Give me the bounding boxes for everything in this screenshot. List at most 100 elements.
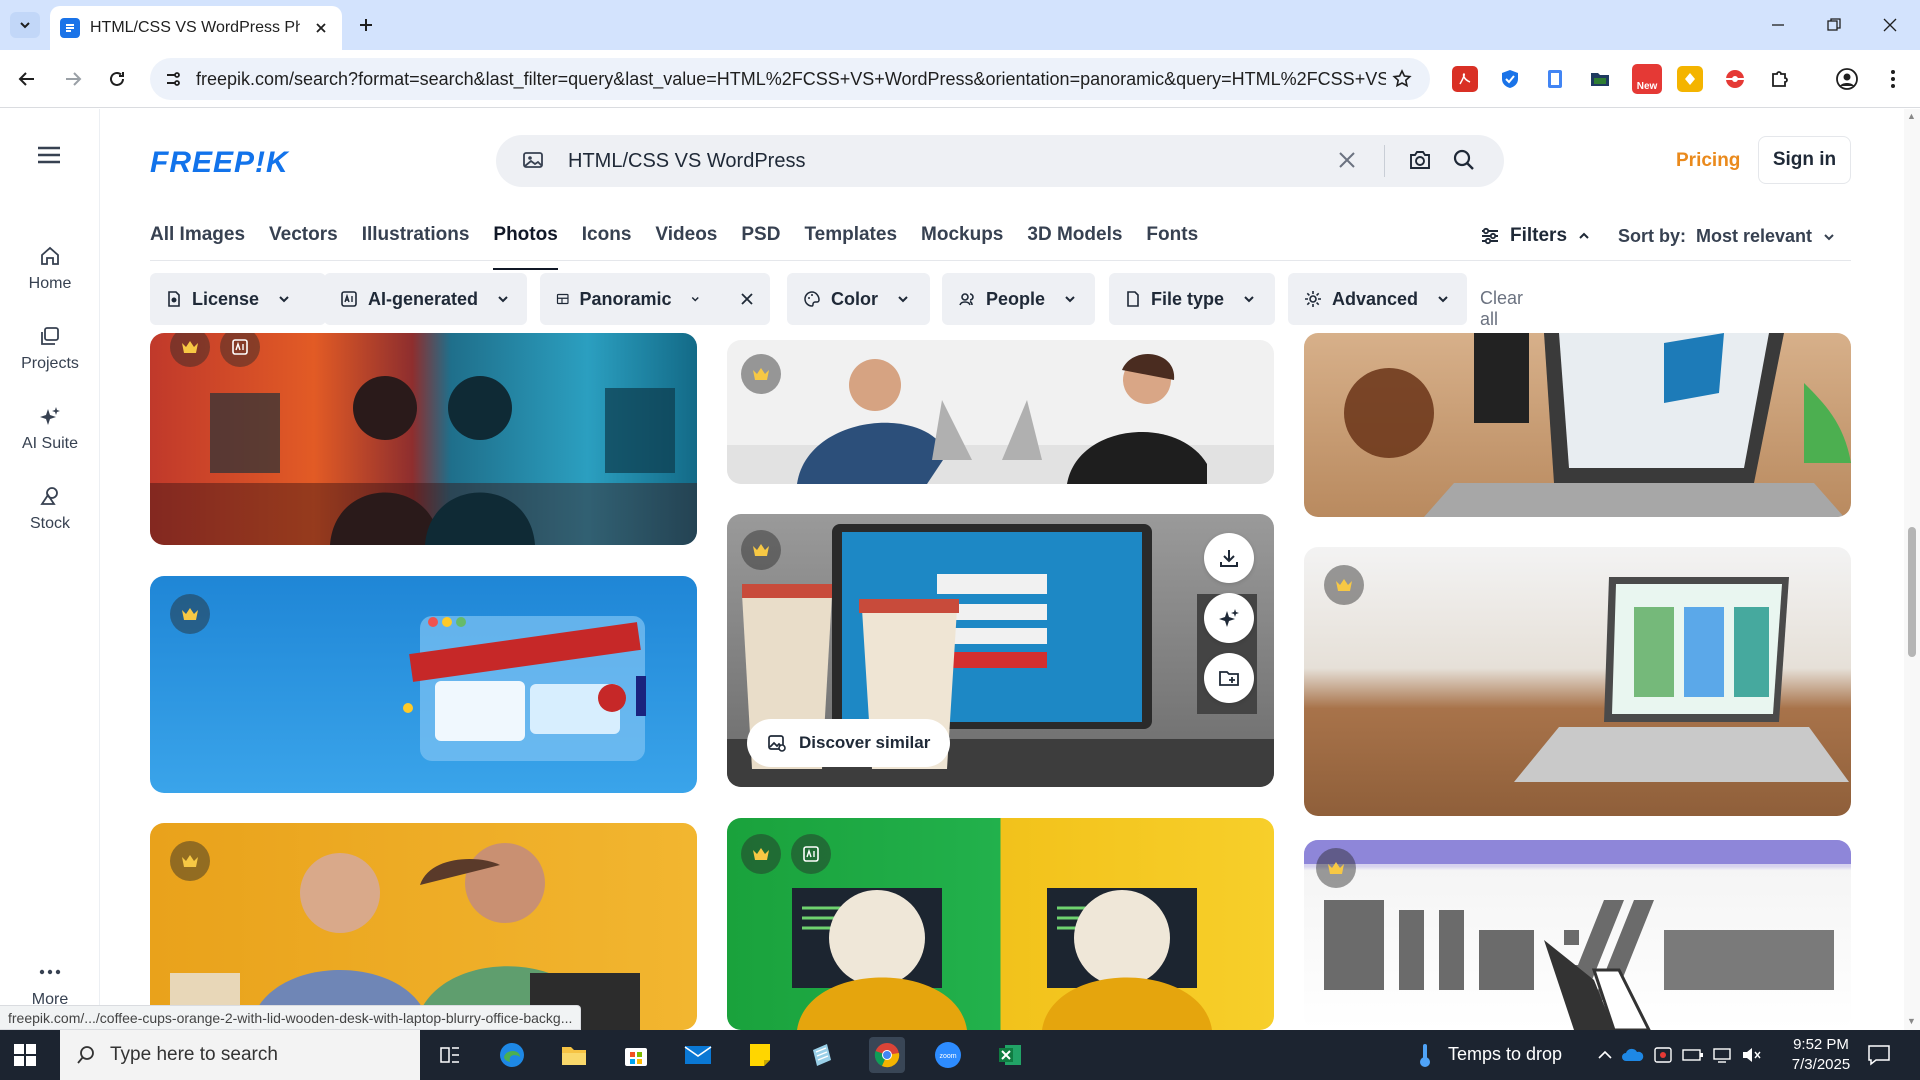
image-type-icon[interactable] [522,149,544,171]
notepad-app-icon[interactable] [807,1040,837,1070]
sign-in-button[interactable]: Sign in [1758,136,1851,184]
security-tray-icon[interactable] [1648,1040,1678,1070]
notifications-icon[interactable] [1864,1040,1894,1070]
restore-button[interactable] [1814,10,1854,40]
search-bar[interactable]: HTML/CSS VS WordPress [496,135,1504,187]
scroll-down-icon[interactable]: ▼ [1907,1016,1917,1026]
tab-3d-models[interactable]: 3D Models [1015,224,1134,258]
system-clock[interactable]: 9:52 PM 7/3/2025 [1766,1035,1876,1075]
folder-extension-icon[interactable] [1587,66,1613,92]
tab-videos[interactable]: Videos [643,224,729,258]
freepik-logo[interactable]: FREEP!K [150,146,289,180]
excel-app-icon[interactable] [995,1040,1025,1070]
clock-time: 9:52 PM [1793,1036,1849,1053]
image-card-women-coding[interactable] [727,818,1274,1030]
image-card-two-men-laptop[interactable] [150,823,697,1030]
weather-text[interactable]: Temps to drop [1448,1044,1562,1065]
page-scrollbar[interactable]: ▲ ▼ [1904,109,1920,1030]
ai-generated-filter[interactable]: AI-generated [324,273,527,325]
tab-all-images[interactable]: All Images [150,224,257,258]
zoom-app-icon[interactable]: zoom [933,1040,963,1070]
tab-psd[interactable]: PSD [729,224,792,258]
battery-icon[interactable] [1678,1040,1708,1070]
edit-with-ai-button[interactable] [1204,593,1254,643]
save-to-collection-button[interactable] [1204,653,1254,703]
pricing-link[interactable]: Pricing [1676,150,1740,172]
clear-all-link[interactable]: Clear all [1480,288,1523,330]
chip-label: Panoramic [579,288,672,309]
tab-mockups[interactable]: Mockups [909,224,1015,258]
sort-dropdown[interactable]: Sort by: Most relevant [1618,226,1836,247]
back-button[interactable] [12,64,42,94]
people-filter[interactable]: People [942,273,1095,325]
license-filter[interactable]: License [150,273,326,325]
extensions-puzzle-icon[interactable] [1767,66,1793,92]
sidebar-item-stock[interactable]: Stock [0,483,100,533]
image-card-coffee-cups-laptop[interactable]: Discover similar [727,514,1274,787]
image-card-esg-laptop[interactable] [1304,547,1851,816]
pokeball-extension-icon[interactable] [1722,66,1748,92]
advanced-filter[interactable]: Advanced [1288,273,1467,325]
close-tab-icon[interactable] [310,17,332,39]
browser-tab[interactable]: HTML/CSS VS WordPress Photo [50,6,342,50]
new-badge-extension-icon[interactable]: New [1632,64,1662,94]
search-icon[interactable] [1452,148,1476,172]
chrome-browser-icon[interactable] [869,1037,905,1073]
microsoft-store-icon[interactable] [621,1040,651,1070]
new-tab-button[interactable] [353,12,379,38]
tab-fonts[interactable]: Fonts [1134,224,1210,258]
tab-templates[interactable]: Templates [792,224,909,258]
image-card-programmers-illustration[interactable] [150,333,697,545]
image-card-web-browser-3d[interactable] [150,576,697,793]
onedrive-cloud-icon[interactable] [1618,1040,1648,1070]
bookmark-star-icon[interactable] [1387,64,1417,94]
pdf-extension-icon[interactable] [1452,66,1478,92]
sidebar-item-more[interactable]: More [0,959,100,1009]
profile-avatar-icon[interactable] [1834,66,1860,92]
image-card-laptop-design[interactable] [1304,333,1851,517]
remove-orientation-icon[interactable] [740,292,754,306]
sticky-notes-icon[interactable] [745,1040,775,1070]
image-card-http-www[interactable] [1304,840,1851,1030]
windows-start-icon[interactable] [14,1044,36,1066]
tab-search-button[interactable] [10,12,40,38]
honey-extension-icon[interactable] [1677,66,1703,92]
show-hidden-icons-chevron-icon[interactable] [1590,1040,1620,1070]
mail-icon[interactable] [683,1040,713,1070]
minimize-button[interactable] [1758,10,1798,40]
sidebar-item-projects[interactable]: Projects [0,323,100,373]
file-type-filter[interactable]: File type [1109,273,1275,325]
color-filter[interactable]: Color [787,273,930,325]
discover-similar-button[interactable]: Discover similar [747,719,951,767]
file-explorer-icon[interactable] [559,1040,589,1070]
tab-icons[interactable]: Icons [570,224,644,258]
scroll-up-icon[interactable]: ▲ [1907,111,1917,121]
sidebar-item-ai-suite[interactable]: AI Suite [0,403,100,453]
address-bar[interactable]: freepik.com/search?format=search&last_fi… [150,58,1430,100]
forward-button[interactable] [58,64,88,94]
volume-muted-icon[interactable] [1736,1040,1766,1070]
tab-photos[interactable]: Photos [481,224,569,270]
taskbar-search-box[interactable]: Type here to search [60,1030,420,1080]
chevron-down-icon [498,296,508,303]
hamburger-menu-icon[interactable] [36,145,62,165]
reload-button[interactable] [102,64,132,94]
clear-search-icon[interactable] [1336,149,1358,171]
download-button[interactable] [1204,533,1254,583]
sidebar-item-home[interactable]: Home [0,243,100,293]
filters-toggle[interactable]: Filters [1480,225,1591,247]
tab-vectors[interactable]: Vectors [257,224,350,258]
close-window-button[interactable] [1870,10,1910,40]
tab-illustrations[interactable]: Illustrations [350,224,482,258]
scrollbar-thumb[interactable] [1908,527,1916,657]
shield-extension-icon[interactable] [1497,66,1523,92]
task-view-icon[interactable] [435,1040,465,1070]
orientation-filter[interactable]: Panoramic [540,273,770,325]
search-input[interactable]: HTML/CSS VS WordPress [568,150,805,173]
image-card-couple-laptops[interactable] [727,340,1274,484]
camera-search-icon[interactable] [1408,148,1432,172]
network-icon[interactable] [1708,1040,1738,1070]
browser-menu-icon[interactable] [1880,66,1906,92]
document-extension-icon[interactable] [1542,66,1568,92]
edge-browser-icon[interactable] [497,1040,527,1070]
